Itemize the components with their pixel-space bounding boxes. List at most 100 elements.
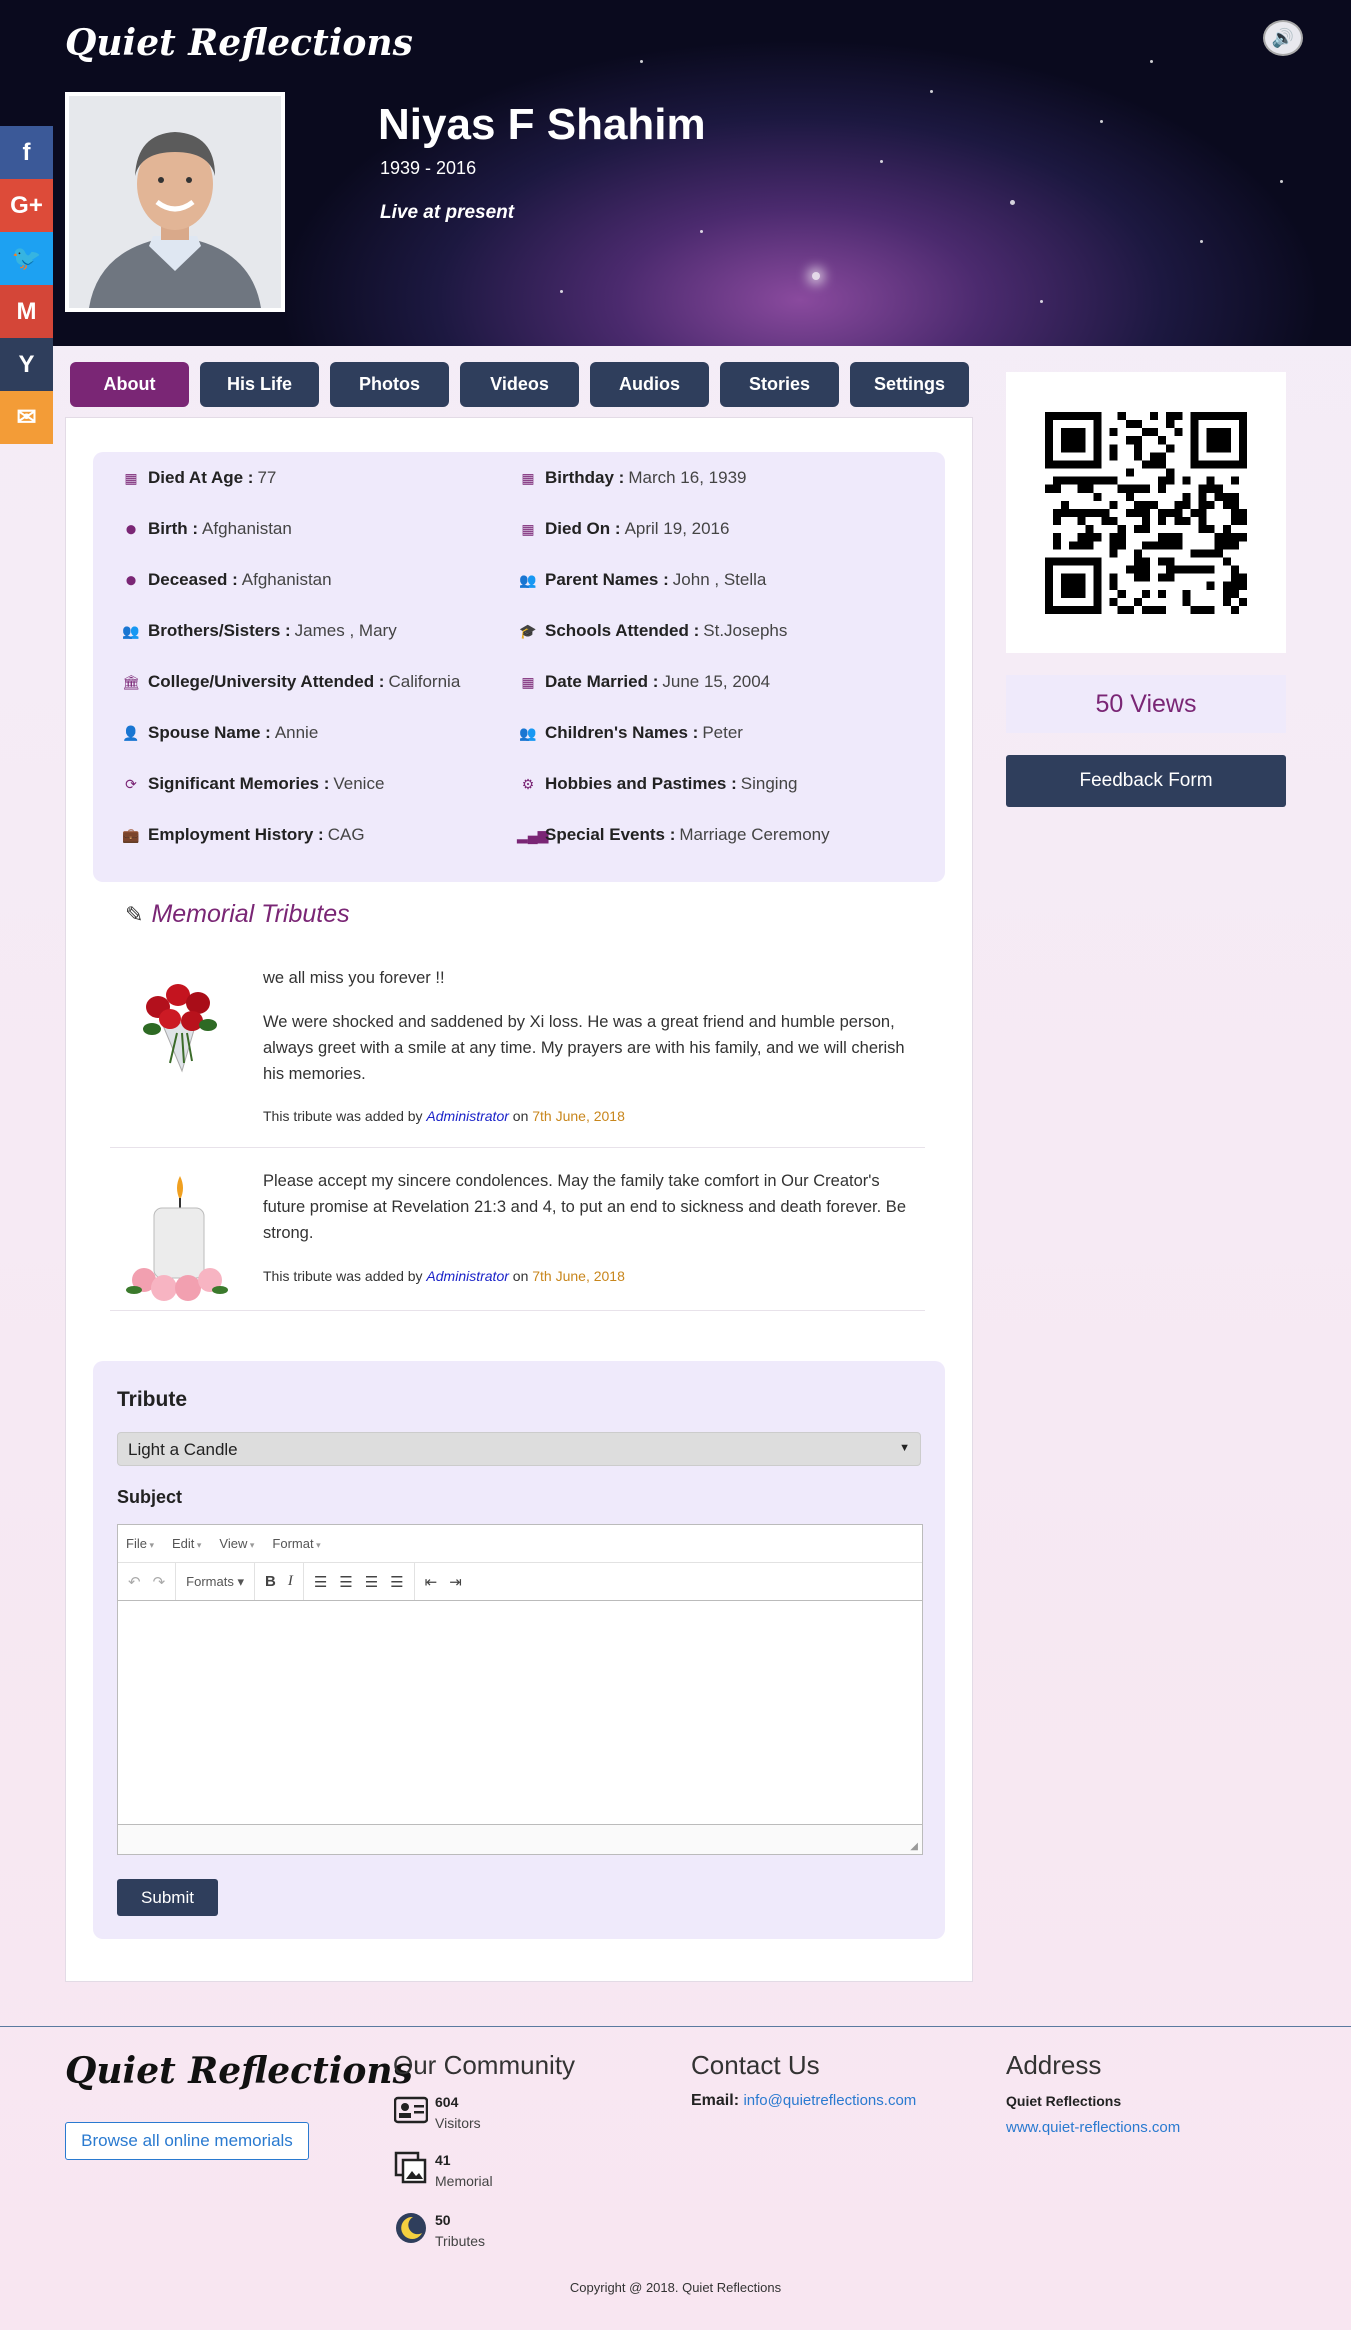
stat-visitors: 604 Visitors [393,2092,481,2134]
address-website-link[interactable]: www.quiet-reflections.com [1006,2119,1180,2136]
moon-icon [393,2210,429,2246]
tab-his-life[interactable]: His Life [200,362,319,407]
person-portrait-icon [69,96,281,308]
stat-memorial: 41 Memorial [393,2150,493,2192]
tab-about[interactable]: About [70,362,189,407]
resize-handle-icon[interactable]: ◢ [910,1841,918,1852]
audio-toggle-button[interactable]: 🔊 [1263,20,1303,56]
footer-logo[interactable]: Quiet Reflections [65,2050,413,2092]
tribute-author-link[interactable]: Administrator [426,1108,508,1124]
calendar-icon: ▦ [124,469,138,486]
edit-icon: ✎ [125,901,144,927]
facebook-icon: f [22,138,31,166]
align-left-icon[interactable]: ☰ [314,1573,327,1591]
tab-audios[interactable]: Audios [590,362,709,407]
signal-icon: ▂▄▆ [517,826,549,843]
about-field-value: Peter [702,723,743,742]
gmail-icon: M [16,297,37,325]
yahoo-icon: Y [18,350,35,378]
tab-photos[interactable]: Photos [330,362,449,407]
submit-button[interactable]: Submit [117,1879,218,1916]
tribute-author-link[interactable]: Administrator [426,1268,508,1284]
tribute-meta: This tribute was added by Administrator … [263,1268,625,1284]
tab-videos[interactable]: Videos [460,362,579,407]
tribute-date: 7th June, 2018 [532,1108,625,1124]
memorial-tributes-heading: ✎ Memorial Tributes [125,900,350,928]
about-field: 💼 Employment History : CAG [120,825,364,845]
tab-stories[interactable]: Stories [720,362,839,407]
outdent-icon[interactable]: ⇤ [425,1573,438,1591]
feedback-form-button[interactable]: Feedback Form [1006,755,1286,807]
about-field: 👤 Spouse Name : Annie [120,723,318,743]
briefcase-icon: 💼 [122,826,140,843]
google-plus-share-button[interactable]: G+ [0,179,53,232]
bold-icon[interactable]: B [265,1573,276,1590]
about-field: ▂▄▆ Special Events : Marriage Ceremony [517,825,830,845]
about-field-label: Employment History : [148,825,324,844]
about-field-value: Singing [740,774,798,793]
tribute-label: Tribute [117,1388,188,1411]
email-share-button[interactable]: ✉ [0,391,53,444]
site-logo[interactable]: Quiet Reflections [65,22,413,64]
formats-dropdown[interactable]: Formats ▾ [186,1574,244,1590]
undo-icon[interactable]: ↶ [128,1573,141,1591]
facebook-share-button[interactable]: f [0,126,53,179]
editor-content-area[interactable] [118,1601,922,1821]
about-field-label: Birthday : [545,468,625,487]
align-justify-icon[interactable]: ☰ [390,1573,403,1591]
menu-file[interactable]: File [126,1536,154,1551]
about-field-label: Schools Attended : [545,621,700,640]
indent-icon[interactable]: ⇥ [449,1573,462,1591]
about-field-value: Afghanistan [241,570,332,589]
tribute-date: 7th June, 2018 [532,1268,625,1284]
about-details [93,452,945,882]
about-field: ⚙ Hobbies and Pastimes : Singing [517,774,798,794]
menu-format[interactable]: Format [272,1536,320,1551]
align-right-icon[interactable]: ☰ [365,1573,378,1591]
google-plus-icon: G+ [10,191,43,219]
about-field: 👥 Children's Names : Peter [517,723,743,743]
divider [110,1147,925,1148]
redo-icon[interactable]: ↷ [153,1573,166,1591]
yahoo-share-button[interactable]: Y [0,338,53,391]
about-field-label: Died On : [545,519,621,538]
about-field-label: Hobbies and Pastimes : [545,774,737,793]
profile-tabs: About His Life Photos Videos Audios Stories Se… [70,362,969,407]
menu-view[interactable]: View [219,1536,254,1551]
calendar-icon: ▦ [521,520,535,537]
about-field-value: St.Josephs [703,621,788,640]
email-link[interactable]: info@quietreflections.com [743,2092,916,2109]
users-icon: 👥 [122,622,140,639]
tribute-body: Please accept my sincere condolences. Ma… [263,1172,906,1242]
about-field-label: Date Married : [545,672,659,691]
refresh-icon: ⟳ [125,775,137,792]
about-field-label: Died At Age : [148,468,254,487]
id-card-icon [393,2092,429,2128]
calendar-icon: ▦ [521,469,535,486]
university-icon: 🏛 [122,673,140,690]
contact-email: Email: info@quietreflections.com [691,2092,917,2109]
gmail-share-button[interactable]: M [0,285,53,338]
roses-icon [122,963,232,1073]
about-field-label: Deceased : [148,570,238,589]
about-field-value: Marriage Ceremony [679,825,830,844]
italic-icon[interactable]: I [288,1573,293,1590]
tribute-type-select[interactable]: Light a Candle ▼ [117,1432,921,1466]
align-center-icon[interactable]: ☰ [339,1573,352,1591]
browse-memorials-button[interactable]: Browse all online memorials [65,2122,309,2160]
editor-statusbar: ◢ [118,1824,922,1854]
person-years: 1939 - 2016 [380,158,477,178]
about-field-label: Parent Names : [545,570,669,589]
speaker-icon: 🔊 [1271,27,1295,48]
community-heading: Our Community [393,2050,576,2080]
menu-edit[interactable]: Edit [172,1536,201,1551]
twitter-share-button[interactable]: 🐦 [0,232,53,285]
about-field-label: Significant Memories : [148,774,330,793]
subject-label: Subject [117,1487,183,1507]
tab-settings[interactable]: Settings [850,362,969,407]
qr-code [1006,372,1286,653]
about-field: ▦ Died On : April 19, 2016 [517,519,729,539]
about-field-label: Brothers/Sisters : [148,621,291,640]
about-field: 👥 Brothers/Sisters : James , Mary [120,621,396,641]
about-field: ⬤ Deceased : Afghanistan [120,570,332,590]
